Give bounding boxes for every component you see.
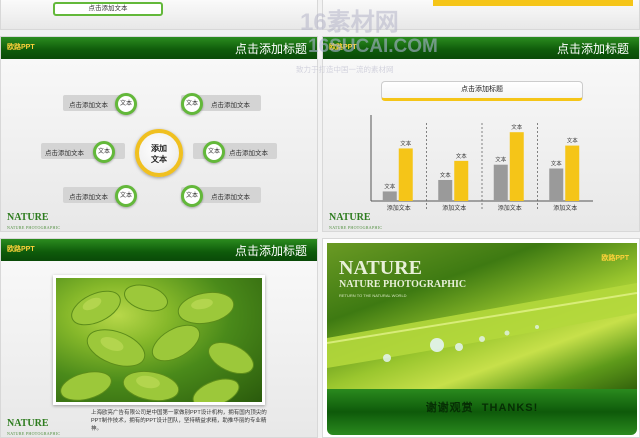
nature-mark: NATURE NATURE PHOTOGRAPHIC xyxy=(329,212,383,231)
node-circle-2: 文本 xyxy=(181,93,203,115)
chart-bar xyxy=(438,179,453,201)
nature-subtitle: NATURE PHOTOGRAPHIC xyxy=(329,225,383,230)
chart-data-label: 文本 xyxy=(400,139,412,147)
chart-bar xyxy=(454,160,469,201)
slide-top-left-partial[interactable]: 点击添加文本 xyxy=(0,0,318,30)
node-circle-4: 文本 xyxy=(203,141,225,163)
chart-data-label: 文本 xyxy=(456,152,468,160)
nature-mark: NATURE NATURE PHOTOGRAPHIC xyxy=(7,418,61,437)
chart-bar xyxy=(565,145,580,201)
title-bar-frame: 点击添加文本 xyxy=(53,2,163,16)
nature-subtitle: NATURE PHOTOGRAPHIC xyxy=(7,225,61,230)
nature-tagline: RETURN TO THE NATURAL WORLD xyxy=(339,293,407,298)
chart-data-label: 文本 xyxy=(511,123,523,131)
nature-mark: NATURE NATURE PHOTOGRAPHIC xyxy=(7,212,61,231)
chart-bar xyxy=(549,168,564,201)
nature-title: NATURE xyxy=(7,418,49,429)
nature-title: NATURE xyxy=(7,212,49,223)
chart-category-label: 添加文本 xyxy=(498,204,522,212)
slide-title: 点击添加标题 xyxy=(234,42,307,56)
diagram-item-1[interactable]: 点击添加文本 xyxy=(69,99,108,109)
bar-chart: 文本文本添加文本文本文本添加文本文本文本添加文本文本文本添加文本 xyxy=(370,115,593,212)
hub-circle[interactable]: 添加 文本 xyxy=(135,129,183,177)
slide-photo[interactable]: 欧路PPT 点击添加标题 上海欧亮广告有限公司是中国第一家做别PPT设计机构，拥… xyxy=(0,238,318,438)
grass-photo: NATURE NATURE PHOTOGRAPHIC RETURN TO THE… xyxy=(327,243,637,393)
chart-data-label: 文本 xyxy=(384,182,396,190)
diagram-item-6[interactable]: 点击添加文本 xyxy=(211,191,250,201)
nature-title: NATURE xyxy=(329,212,371,223)
slide-end[interactable]: NATURE NATURE PHOTOGRAPHIC RETURN TO THE… xyxy=(322,238,640,438)
nature-subtitle: NATURE PHOTOGRAPHIC xyxy=(7,431,61,436)
thanks-text: 谢谢观赏 THANKS! xyxy=(425,402,539,414)
slide-title: 点击添加标题 xyxy=(234,244,307,258)
chart-category-label: 添加文本 xyxy=(553,204,577,212)
leaves-illustration xyxy=(60,284,254,402)
photo-caption: 上海欧亮广告有限公司是中国第一家做别PPT设计机构，拥有国内顶尖的PPT制作技术… xyxy=(91,410,267,432)
node-circle-5: 文本 xyxy=(115,185,137,207)
yellow-accent-bar xyxy=(433,0,633,6)
logo: 欧路PPT xyxy=(601,255,629,262)
node-circle-1: 文本 xyxy=(115,93,137,115)
nature-heading: NATURE xyxy=(339,257,422,279)
chart-category-label: 添加文本 xyxy=(387,204,411,212)
diagram-item-5[interactable]: 点击添加文本 xyxy=(69,191,108,201)
node-circle-6: 文本 xyxy=(181,185,203,207)
diagram-item-2[interactable]: 点击添加文本 xyxy=(211,99,250,109)
chart-bar xyxy=(382,191,397,201)
slide-diagram[interactable]: 欧路PPT 点击添加标题 点击添加文本 点击添加文本 点击添加文本 点击添加文本… xyxy=(0,36,318,232)
chart-data-label: 文本 xyxy=(567,137,579,145)
chart-bar xyxy=(493,164,508,201)
chart-data-label: 文本 xyxy=(495,156,507,164)
chart-bar xyxy=(509,132,524,201)
logo: 欧路PPT xyxy=(7,246,35,253)
chart-data-label: 文本 xyxy=(440,171,452,179)
slide-header-band: 欧路PPT 点击添加标题 xyxy=(1,239,317,261)
diagram-item-3[interactable]: 点击添加文本 xyxy=(45,147,84,157)
chart-category-label: 添加文本 xyxy=(442,204,466,212)
slide-chart[interactable]: 欧路PPT 点击添加标题 点击添加标题 文本 文本 添加文本 文本 文本 添加文本 文本 文本… xyxy=(322,36,640,232)
slide-top-right-partial[interactable] xyxy=(322,0,640,30)
chart-bar xyxy=(398,148,413,201)
thanks-band: 谢谢观赏 THANKS! xyxy=(327,389,637,435)
logo: 欧路PPT xyxy=(7,44,35,51)
diagram-item-4[interactable]: 点击添加文本 xyxy=(229,147,268,157)
nature-photographic: NATURE PHOTOGRAPHIC xyxy=(339,279,467,290)
chart-data-label: 文本 xyxy=(551,160,563,168)
node-circle-3: 文本 xyxy=(93,141,115,163)
slide-header-band: 欧路PPT 点击添加标题 xyxy=(1,37,317,59)
leaf-photo xyxy=(53,275,265,405)
